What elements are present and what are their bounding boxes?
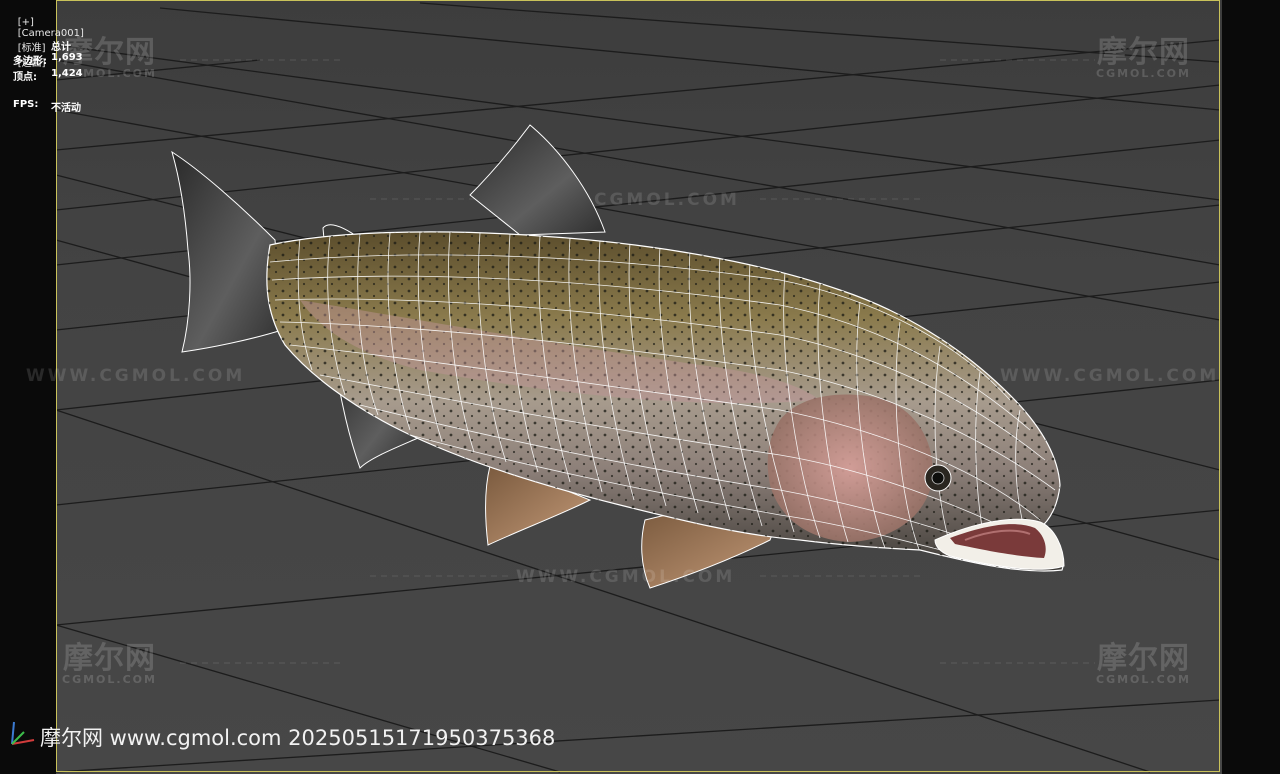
stats-polygons-label: 多边形: bbox=[13, 56, 47, 67]
watermark-text: WWW.CGMOL.COM bbox=[1000, 366, 1220, 386]
viewport[interactable]: [+] [Camera001] [标准] [边面] 总计 多边形: 1,693 … bbox=[0, 0, 1280, 774]
fps-value: 不活动 bbox=[51, 103, 81, 114]
left-sidebar bbox=[0, 0, 56, 774]
viewport-plus-menu[interactable]: [+] bbox=[18, 17, 34, 28]
axis-gizmo-icon bbox=[11, 721, 35, 745]
watermark-text: WWW.CGMOL.COM bbox=[26, 366, 246, 386]
watermark-logo: 摩尔网 CGMOL.COM bbox=[1096, 641, 1191, 686]
watermark-logo: 摩尔网 CGMOL.COM bbox=[62, 35, 157, 80]
tail-fin bbox=[171, 150, 283, 353]
watermark-text: WWW.CGMOL.COM bbox=[516, 567, 736, 587]
fps-label: FPS: bbox=[13, 99, 39, 110]
watermark-logo: 摩尔网 CGMOL.COM bbox=[1096, 35, 1191, 80]
stats-vertices-label: 顶点: bbox=[13, 72, 37, 83]
right-sidebar bbox=[1222, 0, 1280, 774]
watermark-text: CGMOL.COM bbox=[594, 190, 740, 210]
site-stamp-footer: 摩尔网 www.cgmol.com 20250515171950375368 bbox=[40, 726, 556, 750]
scene-canvas[interactable] bbox=[0, 0, 1280, 774]
watermark-logo: 摩尔网 CGMOL.COM bbox=[62, 641, 157, 686]
fps-readout: FPS: 不活动 bbox=[13, 99, 81, 114]
fish-eye bbox=[924, 464, 952, 492]
